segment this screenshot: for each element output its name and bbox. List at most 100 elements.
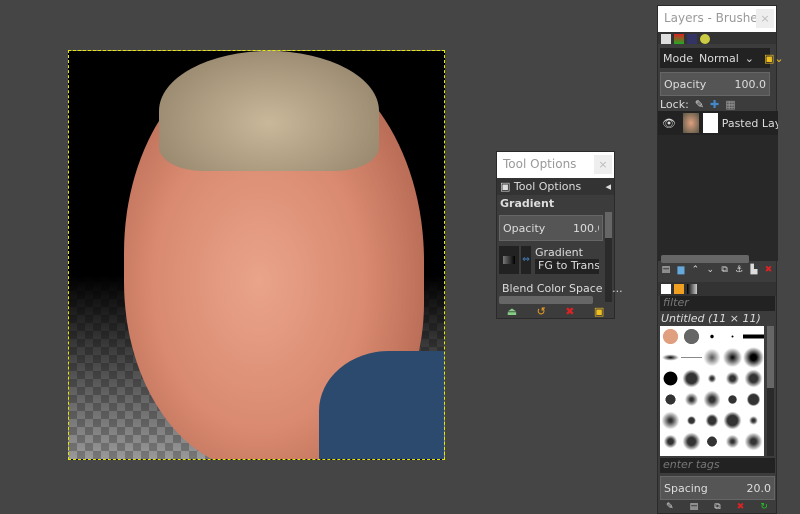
visibility-eye-icon[interactable]: 👁 bbox=[662, 117, 679, 130]
tab-layers-icon[interactable] bbox=[661, 34, 671, 44]
brush-preview[interactable] bbox=[701, 431, 723, 452]
brush-preview[interactable] bbox=[701, 410, 723, 431]
brush-preview[interactable] bbox=[722, 347, 744, 368]
restore-icon[interactable]: ↺ bbox=[537, 305, 546, 318]
tool-name: Gradient bbox=[500, 197, 555, 210]
brush-preview[interactable] bbox=[701, 347, 723, 368]
reset-icon[interactable]: ▣ bbox=[594, 305, 604, 318]
reverse-gradient-icon[interactable]: ⇔ bbox=[521, 246, 531, 274]
brush-preview[interactable] bbox=[743, 326, 764, 347]
gradient-select[interactable]: FG to Transparent bbox=[535, 259, 599, 274]
layer-thumbnail bbox=[683, 113, 700, 133]
brush-preview[interactable] bbox=[722, 368, 744, 389]
lock-pixels-icon[interactable]: ✎ bbox=[695, 98, 704, 111]
close-button[interactable]: × bbox=[756, 9, 774, 28]
spacing-value: 20.0 bbox=[746, 481, 772, 495]
brush-preview[interactable] bbox=[660, 410, 681, 431]
image-canvas[interactable] bbox=[68, 50, 445, 460]
filter-input[interactable]: filter bbox=[660, 296, 775, 311]
filter-placeholder: filter bbox=[663, 296, 689, 309]
tab-channels-icon[interactable] bbox=[674, 34, 684, 44]
lock-position-icon[interactable]: ✚ bbox=[710, 98, 719, 111]
tool-options-window: Tool Options × ▣ Tool Options ◂ Gradient O… bbox=[496, 151, 623, 319]
tab-paths-icon[interactable] bbox=[687, 34, 697, 44]
brush-preview[interactable] bbox=[743, 389, 764, 410]
brush-scrollbar[interactable] bbox=[767, 326, 774, 456]
horizontal-scrollbar[interactable] bbox=[499, 296, 593, 304]
opacity-field[interactable]: Opacity 100.0 bbox=[499, 215, 603, 241]
composite-icon[interactable]: ▣⌄ bbox=[764, 52, 784, 65]
gradient-preview[interactable] bbox=[499, 246, 519, 274]
lower-icon[interactable]: ⌄ bbox=[707, 265, 715, 275]
lock-label: Lock: bbox=[660, 98, 689, 111]
tab-gradients-icon[interactable] bbox=[687, 284, 697, 294]
brush-preview[interactable] bbox=[743, 368, 764, 389]
tab-menu-icon[interactable]: ◂ bbox=[605, 180, 611, 193]
brush-preview[interactable] bbox=[680, 347, 702, 368]
layer-mask-thumbnail bbox=[703, 113, 718, 133]
tool-options-titlebar[interactable]: Tool Options × bbox=[497, 152, 614, 178]
brush-preview[interactable] bbox=[660, 326, 681, 347]
anchor-icon[interactable]: ⚓ bbox=[735, 265, 743, 275]
tags-placeholder: enter tags bbox=[663, 458, 720, 471]
layers-hscrollbar[interactable] bbox=[661, 255, 749, 263]
brush-preview[interactable] bbox=[660, 389, 681, 410]
brush-name: Untitled (11 × 11) bbox=[661, 312, 761, 325]
spacing-field[interactable]: Spacing 20.0 bbox=[660, 476, 775, 500]
opacity-value: 100.0 bbox=[734, 77, 767, 91]
merge-icon[interactable]: ▙ bbox=[750, 265, 757, 275]
brush-grid[interactable] bbox=[660, 326, 764, 456]
mode-label: Mode bbox=[663, 51, 693, 65]
lock-alpha-icon[interactable]: ▦ bbox=[725, 98, 735, 111]
brush-preview[interactable] bbox=[722, 326, 744, 347]
save-preset-icon[interactable]: ⏏ bbox=[507, 305, 517, 318]
brush-preview[interactable] bbox=[660, 368, 681, 389]
brush-preview[interactable] bbox=[722, 410, 744, 431]
brush-preview[interactable] bbox=[701, 368, 723, 389]
refresh-brushes-icon[interactable]: ↻ bbox=[760, 502, 768, 512]
edit-brush-icon[interactable]: ✎ bbox=[666, 502, 674, 512]
brush-preview[interactable] bbox=[660, 347, 681, 368]
mode-value: Normal bbox=[698, 51, 739, 65]
gradient-label: Gradient bbox=[535, 246, 583, 259]
gradient-icon bbox=[503, 256, 515, 264]
tab-undo-icon[interactable] bbox=[700, 34, 710, 44]
duplicate-brush-icon[interactable]: ⧉ bbox=[714, 502, 720, 512]
brush-preview[interactable] bbox=[722, 431, 744, 452]
brush-preview[interactable] bbox=[680, 326, 702, 347]
layer-row[interactable]: 👁 Pasted Layer bbox=[658, 111, 778, 135]
opacity-value: 100.0 bbox=[573, 221, 599, 235]
layer-name[interactable]: Pasted Layer bbox=[722, 117, 778, 130]
new-brush-icon[interactable]: ▤ bbox=[690, 502, 699, 512]
layers-titlebar[interactable]: Layers - Brushes × bbox=[658, 6, 776, 32]
brush-preview[interactable] bbox=[680, 410, 702, 431]
brush-preview[interactable] bbox=[722, 389, 744, 410]
raise-icon[interactable]: ⌃ bbox=[692, 265, 700, 275]
brush-preview[interactable] bbox=[743, 410, 764, 431]
close-button[interactable]: × bbox=[594, 155, 612, 174]
tab-patterns-icon[interactable] bbox=[674, 284, 684, 294]
delete-icon[interactable]: ✖ bbox=[565, 305, 574, 318]
brush-preview[interactable] bbox=[701, 389, 723, 410]
delete-layer-icon[interactable]: ✖ bbox=[765, 265, 773, 275]
brush-preview[interactable] bbox=[680, 431, 702, 452]
tags-input[interactable]: enter tags bbox=[660, 458, 775, 473]
brush-preview[interactable] bbox=[680, 368, 702, 389]
vertical-scrollbar[interactable] bbox=[605, 212, 612, 302]
photo-hair bbox=[159, 51, 379, 171]
brush-preview[interactable] bbox=[680, 389, 702, 410]
window-title: Tool Options bbox=[503, 157, 577, 171]
brush-preview[interactable] bbox=[743, 347, 764, 368]
duplicate-icon[interactable]: ⧉ bbox=[721, 265, 727, 275]
new-group-icon[interactable]: ▆ bbox=[677, 265, 684, 275]
tab-brushes-icon[interactable] bbox=[661, 284, 671, 294]
delete-brush-icon[interactable]: ✖ bbox=[737, 502, 745, 512]
brush-preview[interactable] bbox=[743, 431, 764, 452]
new-layer-icon[interactable]: ▤ bbox=[662, 265, 671, 275]
tab-tool-options[interactable]: ▣ Tool Options bbox=[500, 180, 581, 193]
mode-select[interactable]: Mode Normal ⌄ ▣⌄ bbox=[660, 48, 784, 68]
brush-preview[interactable] bbox=[701, 326, 723, 347]
chevron-down-icon: ⌄ bbox=[744, 51, 755, 65]
layer-opacity-field[interactable]: Opacity 100.0 bbox=[660, 72, 770, 96]
brush-preview[interactable] bbox=[660, 431, 681, 452]
